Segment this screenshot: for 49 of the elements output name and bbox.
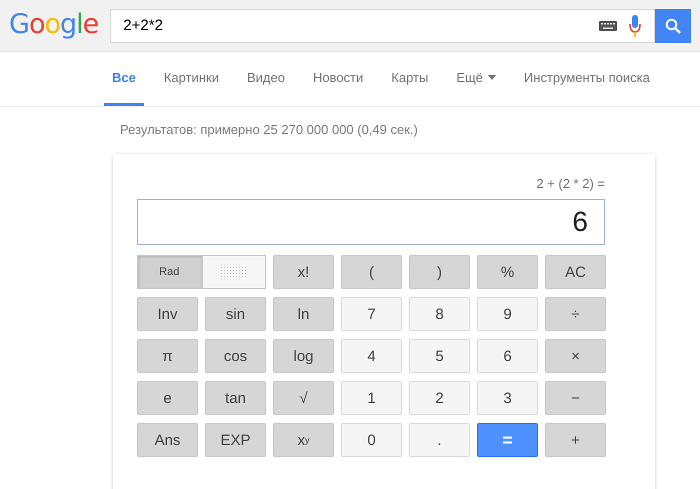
calculator-key[interactable]: 0: [341, 423, 402, 457]
calculator-key[interactable]: log: [273, 339, 334, 373]
rad-button[interactable]: Rad: [137, 255, 202, 289]
calculator-key[interactable]: Ans: [137, 423, 198, 457]
calculator-key[interactable]: .: [409, 423, 470, 457]
calculator-key[interactable]: 3: [477, 381, 538, 415]
calculator-key[interactable]: Inv: [137, 297, 198, 331]
calculator-key[interactable]: π: [137, 339, 198, 373]
calculator-key[interactable]: 5: [409, 339, 470, 373]
calculator-key[interactable]: 9: [477, 297, 538, 331]
search-tab[interactable]: Все: [104, 52, 144, 106]
logo[interactable]: Google: [9, 6, 100, 44]
calculator-key[interactable]: ÷: [545, 297, 606, 331]
calculator-key[interactable]: x$^{y}$: [273, 423, 334, 457]
calculator-key[interactable]: ln: [273, 297, 334, 331]
calculator-key[interactable]: sin: [205, 297, 266, 331]
results-count: Результатов: примерно 25 270 000 000 (0,49 сек.): [119, 121, 419, 139]
calculator-key[interactable]: tan: [205, 381, 266, 415]
search-icon: [665, 18, 682, 34]
search-tab[interactable]: Новости: [304, 52, 372, 106]
calculator-key[interactable]: e: [137, 381, 198, 415]
calculator-key[interactable]: x!: [273, 255, 334, 289]
search-tab[interactable]: Инструменты поиска: [516, 52, 658, 106]
expression-text: 2 + (2 * 2) =: [535, 176, 605, 193]
calculator-key[interactable]: 8: [409, 297, 470, 331]
calculator-key[interactable]: 2: [409, 381, 470, 415]
calculator-key[interactable]: cos: [205, 339, 266, 373]
calculator-key[interactable]: +: [545, 423, 606, 457]
calculator-key[interactable]: 4: [341, 339, 402, 373]
calculator-key[interactable]: EXP: [205, 423, 266, 457]
calculator-key[interactable]: (: [341, 255, 402, 289]
calculator-key[interactable]: 6: [477, 339, 538, 373]
calculator-key[interactable]: √: [273, 381, 334, 415]
calculator-key[interactable]: ×: [545, 339, 606, 373]
calculator-key[interactable]: 1: [341, 381, 402, 415]
search-tab[interactable]: Картинки: [156, 52, 227, 106]
search-tab[interactable]: Ещё: [448, 52, 504, 106]
calculator-key[interactable]: %: [477, 255, 538, 289]
calculator-key[interactable]: −: [545, 381, 606, 415]
calculator-display: 6: [137, 199, 605, 245]
calculator-key[interactable]: AC: [545, 255, 606, 289]
search-tab[interactable]: Видео: [238, 52, 293, 106]
search-field[interactable]: 2+2*2: [110, 8, 656, 42]
microphone-icon[interactable]: [629, 14, 642, 36]
search-button[interactable]: [655, 8, 692, 42]
calculator-key[interactable]: 7: [341, 297, 402, 331]
keyboard-icon[interactable]: [599, 20, 618, 30]
calculator-key[interactable]: ): [409, 255, 470, 289]
search-tab[interactable]: Карты: [383, 52, 436, 106]
